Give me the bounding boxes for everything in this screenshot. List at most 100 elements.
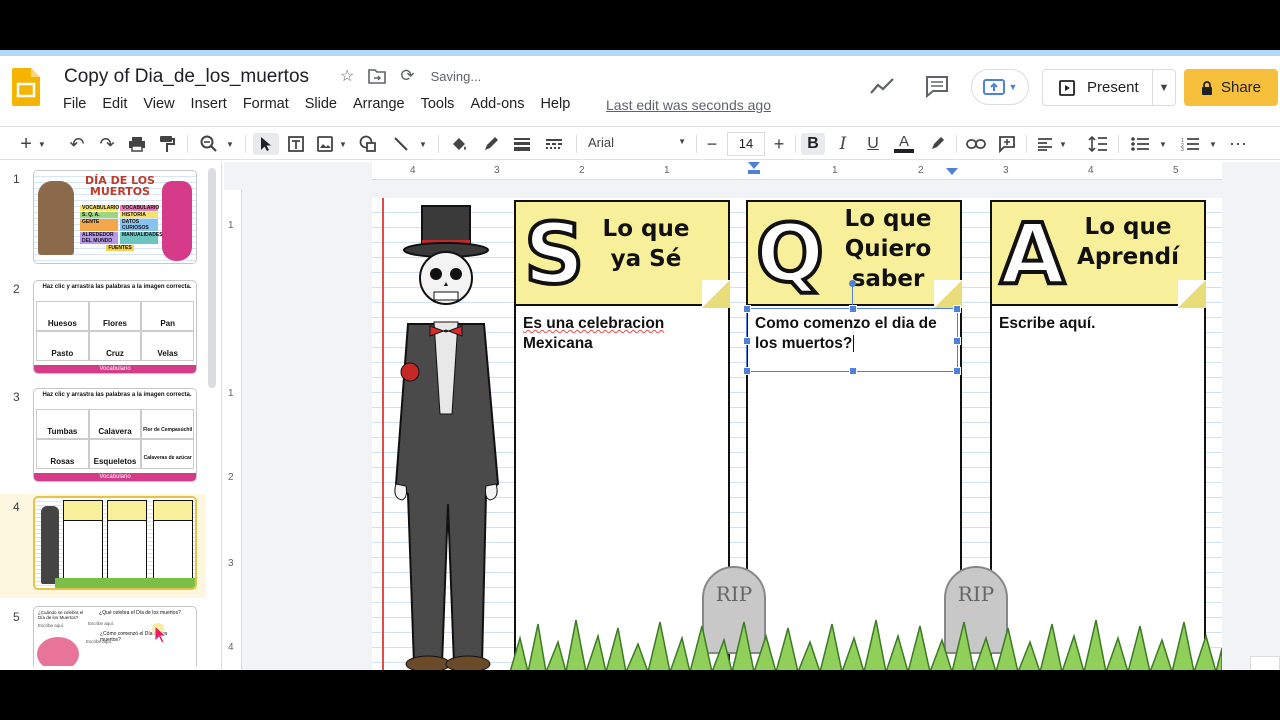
menu-add-ons[interactable]: Add-ons xyxy=(470,96,524,112)
ruler-tick: 2 xyxy=(918,165,924,176)
first-line-indent-marker[interactable] xyxy=(748,162,760,169)
activity-dashboard-icon[interactable] xyxy=(868,74,896,98)
font-family-value: Arial xyxy=(588,135,615,150)
decrease-font-size-icon[interactable]: − xyxy=(702,133,722,155)
slide-number: 5 xyxy=(13,610,20,624)
border-color-icon[interactable] xyxy=(480,133,502,155)
menu-slide[interactable]: Slide xyxy=(305,96,337,112)
text-line: Mexicana xyxy=(523,335,593,352)
undo-icon[interactable]: ↶ xyxy=(66,133,88,155)
slide-thumbnail-1[interactable]: DÍA DE LOS MUERTOS VOCABULARIO VOCABULARI… xyxy=(33,170,197,264)
comment-icon[interactable] xyxy=(996,133,1018,155)
print-icon[interactable] xyxy=(126,133,148,155)
image-icon[interactable]: ▼ xyxy=(314,133,350,155)
toolbar-divider xyxy=(438,135,439,153)
thumb-tag: FUENTES xyxy=(106,245,134,251)
slide-thumbnail-2[interactable]: Haz clic y arrastra las palabras a la im… xyxy=(33,280,197,374)
column-a-heading: Lo que Aprendí xyxy=(1076,212,1180,272)
thumb-question: ¿Qué celebra el Día de los muertos? xyxy=(99,610,181,616)
menu-arrange[interactable]: Arrange xyxy=(353,96,405,112)
resize-handle[interactable] xyxy=(849,305,857,313)
thumb-question: ¿Cuándo se celebra el Día de los Muertos… xyxy=(38,610,84,620)
right-indent-marker[interactable] xyxy=(946,168,958,175)
select-icon[interactable] xyxy=(253,133,279,155)
thumb-footer: Vocabulario xyxy=(34,473,196,481)
toolbar: + ▼ ↶ ↷ ▼ ▼ ▼ Arial ▼ − 14 + B I U A ▼ ▼… xyxy=(0,126,1280,160)
resize-handle[interactable] xyxy=(953,305,961,313)
bold-icon[interactable]: B xyxy=(801,133,825,155)
resize-handle[interactable] xyxy=(849,367,857,375)
menu-view[interactable]: View xyxy=(143,96,174,112)
slide-thumbnail-5[interactable]: ¿Cuándo se celebra el Día de los Muertos… xyxy=(33,606,197,666)
thumb-tag: HISTORIA xyxy=(120,212,158,218)
current-slide[interactable]: S Lo que ya Sé Es una celebracion Mexica… xyxy=(372,198,1222,670)
slide-number: 2 xyxy=(13,282,20,296)
ruler-tick: 1 xyxy=(832,165,838,176)
column-q: Q Lo que Quiero saber Como comenzo el di… xyxy=(746,200,962,670)
bulleted-list-icon[interactable]: ▼ xyxy=(1128,133,1170,155)
resize-handle[interactable] xyxy=(743,367,751,375)
filmstrip-scrollbar[interactable] xyxy=(208,168,216,388)
share-button[interactable]: Share xyxy=(1184,69,1278,106)
more-icon[interactable]: ⋯ xyxy=(1226,133,1250,155)
highlight-icon[interactable] xyxy=(926,133,948,155)
italic-icon[interactable]: I xyxy=(832,133,854,155)
fill-color-icon[interactable] xyxy=(448,133,470,155)
resize-handle[interactable] xyxy=(953,337,961,345)
menu-help[interactable]: Help xyxy=(540,96,570,112)
star-icon[interactable]: ☆ xyxy=(340,66,354,86)
resize-handle[interactable] xyxy=(953,367,961,375)
horizontal-ruler[interactable]: 4 3 2 1 1 2 3 4 5 xyxy=(372,162,1222,180)
underline-icon[interactable]: U xyxy=(862,133,884,155)
resize-handle[interactable] xyxy=(743,337,751,345)
move-folder-icon[interactable] xyxy=(368,68,387,84)
heading-line: Quiero xyxy=(844,236,932,262)
border-weight-icon[interactable] xyxy=(511,133,533,155)
column-s-heading: Lo que ya Sé xyxy=(594,214,698,274)
menu-tools[interactable]: Tools xyxy=(421,96,455,112)
font-family-select[interactable]: Arial ▼ xyxy=(588,135,690,150)
ruler-tick: 3 xyxy=(228,558,234,569)
paint-format-icon[interactable] xyxy=(156,133,178,155)
selected-textbox[interactable] xyxy=(743,305,961,375)
menu-format[interactable]: Format xyxy=(243,96,289,112)
menu-file[interactable]: File xyxy=(63,96,86,112)
column-a-text[interactable]: Escribe aquí. xyxy=(999,314,1199,334)
column-s-text[interactable]: Es una celebracion Mexicana xyxy=(523,314,723,354)
line-icon[interactable]: ▼ xyxy=(388,133,432,155)
shape-icon[interactable] xyxy=(356,133,380,155)
zoom-icon[interactable]: ▼ xyxy=(196,133,238,155)
explore-button[interactable] xyxy=(1250,656,1280,670)
textbox-icon[interactable] xyxy=(284,133,308,155)
slide-thumbnail-3[interactable]: Haz clic y arrastra las palabras a la im… xyxy=(33,388,197,482)
meet-present-button[interactable]: ▼ xyxy=(971,69,1029,105)
thumb-word: Tumbas xyxy=(36,409,89,439)
slides-logo-icon[interactable] xyxy=(12,68,40,106)
menu-edit[interactable]: Edit xyxy=(102,96,127,112)
present-button[interactable]: Present ▼ xyxy=(1042,69,1176,106)
chevron-down-icon: ▼ xyxy=(1008,82,1018,92)
last-edit-link[interactable]: Last edit was seconds ago xyxy=(606,97,771,113)
left-indent-marker[interactable] xyxy=(748,170,760,174)
link-icon[interactable] xyxy=(964,133,988,155)
border-dash-icon[interactable] xyxy=(543,133,565,155)
slide-thumbnail-4[interactable] xyxy=(33,496,197,590)
present-options-chevron-icon[interactable]: ▼ xyxy=(1153,82,1175,94)
vertical-ruler[interactable]: 1 1 2 3 4 xyxy=(224,190,242,670)
resize-handle[interactable] xyxy=(743,305,751,313)
heading-line: Lo que xyxy=(602,216,690,242)
menu-insert[interactable]: Insert xyxy=(191,96,227,112)
ruler-tick: 4 xyxy=(228,642,234,653)
line-spacing-icon[interactable] xyxy=(1086,133,1110,155)
numbered-list-icon[interactable]: 123 ▼ xyxy=(1178,133,1220,155)
add-icon[interactable]: + ▼ xyxy=(16,133,50,155)
increase-font-size-icon[interactable]: + xyxy=(769,133,789,155)
comments-icon[interactable] xyxy=(924,74,950,98)
upload-screen-icon xyxy=(982,79,1005,95)
font-size-input[interactable]: 14 xyxy=(727,132,765,156)
text-color-icon[interactable]: A xyxy=(892,133,916,155)
redo-icon[interactable]: ↷ xyxy=(96,133,118,155)
document-title[interactable]: Copy of Dia_de_los_muertos xyxy=(64,66,309,88)
align-icon[interactable]: ▼ xyxy=(1034,133,1070,155)
ruler-tick: 2 xyxy=(228,472,234,483)
